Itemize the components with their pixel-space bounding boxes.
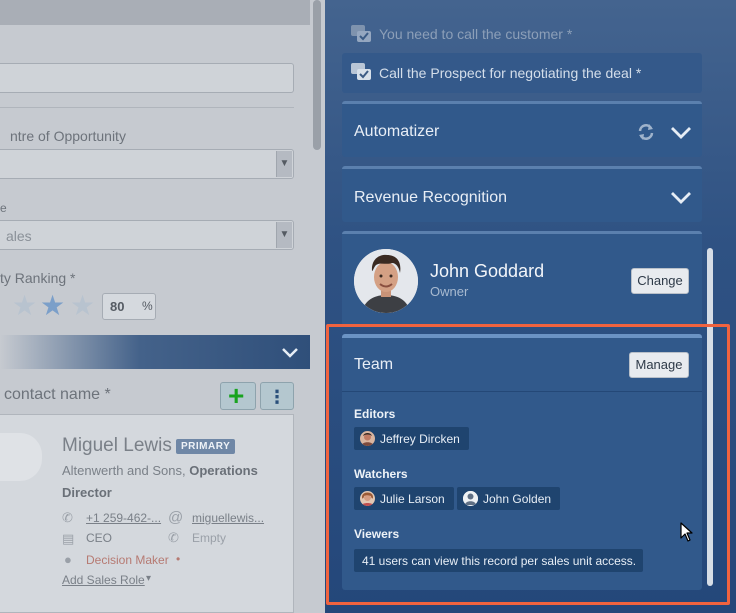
star-icon[interactable]: ★ [40,292,65,320]
person-icon: ● [64,552,72,567]
chevron-down-icon: ▼ [276,222,292,248]
contact-email[interactable]: miguellewis... [192,511,264,525]
chat-check-icon [351,63,371,80]
plus-icon: + [228,380,245,411]
contact-job: CEO [86,531,113,545]
watcher-name: John Golden [483,492,552,506]
automatizer-title: Automatizer [354,123,440,140]
contacts-section-header[interactable] [0,335,310,369]
user-avatar [360,431,375,446]
at-icon: @ [168,509,184,526]
todo-item[interactable]: You need to call the customer * [342,15,702,52]
owner-name: John Goddard [430,261,545,281]
watcher-name: Julie Larson [380,492,445,506]
todo-item[interactable]: Call the Prospect for negotiating the de… [342,53,702,93]
more-options-button[interactable]: ⋮ [260,382,294,410]
watcher-chip[interactable]: John Golden [457,487,560,510]
ranking-label: ty Ranking * [0,270,76,286]
viewers-info-chip: 41 users can view this record per sales … [354,549,643,572]
owner-role: Owner [430,284,469,299]
contact-card: Miguel Lewis PRIMARY Altenwerth and Sons… [0,414,294,613]
id-card-icon: ▤ [62,531,75,546]
team-header: Team Manage [342,338,702,392]
left-form-panel: ntre of Opportunity ▼ e ales ▼ ty Rankin… [0,0,325,613]
watcher-chip[interactable]: Julie Larson [354,487,454,510]
role-dot: • [176,552,181,566]
chevron-down-icon[interactable] [670,191,692,205]
ranking-percent-input[interactable]: 80 % [102,293,156,320]
revenue-recognition-title: Revenue Recognition [354,189,507,206]
ranking-percent-value: 80 [110,299,125,314]
star-icon[interactable]: ★ [12,292,37,320]
add-contact-button[interactable]: + [220,380,256,411]
contact-phone[interactable]: +1 259-462-... [86,511,161,525]
owner-avatar [354,249,418,313]
right-scrollbar[interactable] [707,248,713,586]
opportunity-label: ntre of Opportunity [10,128,126,144]
caret-down-icon: ▾ [146,573,152,584]
chevron-down-icon [282,348,298,358]
chevron-down-icon: ▼ [276,151,292,177]
percent-symbol: % [142,299,153,313]
star-icon[interactable]: ★ [70,292,95,320]
contact-name-label: contact name * [4,386,111,403]
sync-icon[interactable] [636,122,656,142]
editor-chip[interactable]: Jeffrey Dircken [354,427,469,450]
primary-badge: PRIMARY [176,439,236,454]
editor-name: Jeffrey Dircken [380,432,460,446]
contact-title: Director [62,485,112,500]
text-input[interactable] [0,63,294,93]
mouse-cursor-icon [680,522,693,542]
sales-label: e [0,201,7,215]
company-name: Altenwerth and Sons, [62,463,190,478]
contact-extension: Empty [192,531,227,545]
kebab-menu-icon: ⋮ [268,387,286,407]
team-section: Team Manage Editors Jeffrey Dircken Watc… [342,334,702,590]
top-strip [0,0,310,25]
right-side-panel: You need to call the customer * Call the… [325,0,736,613]
todo-text: You need to call the customer * [379,26,573,42]
sales-select-value: ales [6,228,32,244]
editors-label: Editors [354,407,396,421]
viewers-label: Viewers [354,527,400,541]
company-department: Operations [189,463,258,478]
change-owner-button[interactable]: Change [631,268,689,294]
add-sales-role-link[interactable]: Add Sales Role [62,573,145,587]
chevron-down-icon[interactable] [670,126,692,140]
contact-role: Decision Maker [86,553,169,567]
automatizer-section[interactable]: Automatizer [342,101,702,157]
viewers-text: 41 users can view this record per sales … [362,554,637,568]
contact-company: Altenwerth and Sons, Operations [62,463,258,478]
user-avatar [463,491,478,506]
left-scrollbar[interactable] [313,0,321,150]
revenue-recognition-section[interactable]: Revenue Recognition [342,166,702,222]
contact-name[interactable]: Miguel Lewis [62,435,172,457]
opportunity-select[interactable]: ▼ [0,149,294,179]
team-title: Team [354,356,394,373]
todo-text: Call the Prospect for negotiating the de… [379,65,642,81]
phone-extension-icon: ✆ [168,530,179,545]
watchers-label: Watchers [354,467,408,481]
divider [0,107,294,108]
contact-avatar [0,433,42,481]
user-avatar [360,491,375,506]
chat-check-icon [351,25,371,42]
phone-icon: ✆ [62,510,73,525]
manage-team-button[interactable]: Manage [629,352,689,378]
sales-select[interactable]: ales ▼ [0,220,294,250]
